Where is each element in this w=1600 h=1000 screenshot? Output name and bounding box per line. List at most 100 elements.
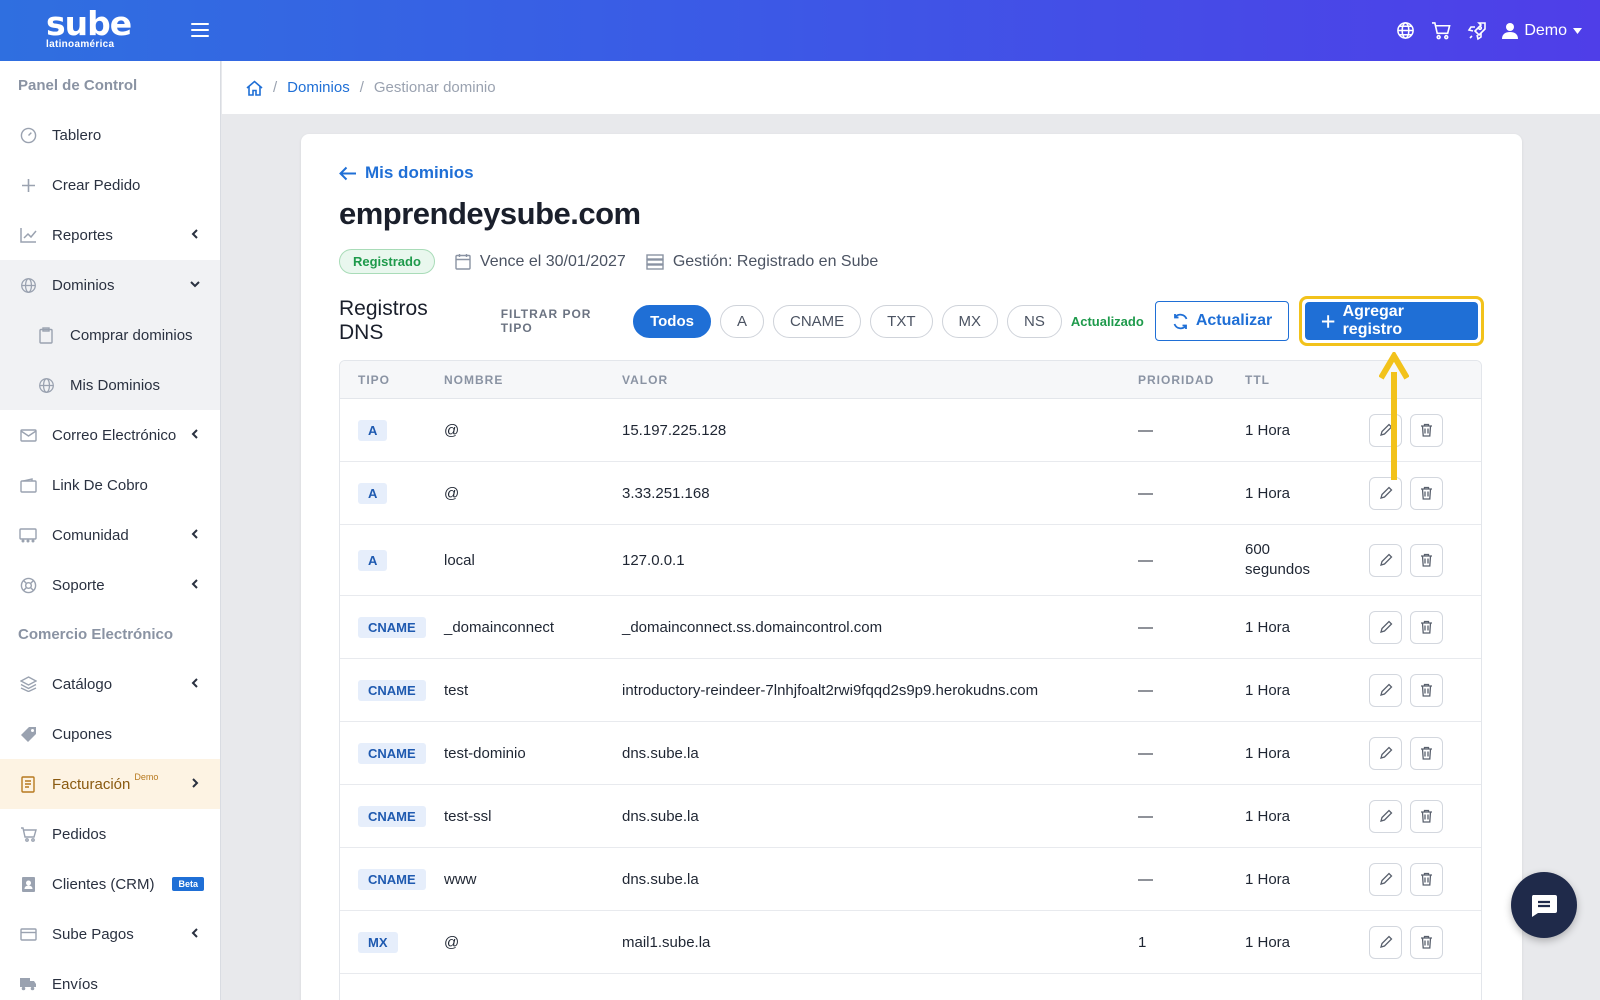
record-value: dns.sube.la <box>622 870 699 888</box>
edit-icon[interactable] <box>1369 736 1402 770</box>
edit-icon[interactable] <box>1369 610 1402 644</box>
sidebar-item-label: Comprar dominios <box>70 326 193 344</box>
filter-todos[interactable]: Todos <box>633 304 711 338</box>
chart-icon <box>18 225 38 245</box>
sidebar-item-envios[interactable]: Envíos <box>0 959 220 1000</box>
record-value: dns.sube.la <box>622 807 699 825</box>
trash-icon[interactable] <box>1410 543 1443 577</box>
record-name: @ <box>444 933 460 951</box>
home-icon[interactable] <box>246 79 263 96</box>
top-navbar: sube latinoamérica Demo <box>0 0 1600 61</box>
wallet-icon <box>18 475 38 495</box>
table-row: CNAME test-dominio dns.sube.la — 1 Hora <box>340 722 1481 785</box>
edit-icon[interactable] <box>1369 543 1402 577</box>
sidebar-item-label: Correo Electrónico <box>52 426 177 444</box>
add-record-label: Agregar registro <box>1342 303 1404 338</box>
sidebar-item-clientes[interactable]: Clientes (CRM) Beta <box>0 859 220 909</box>
trash-icon[interactable] <box>1410 862 1443 896</box>
edit-icon[interactable] <box>1369 862 1402 896</box>
table-row: CNAME www dns.sube.la — 1 Hora <box>340 848 1481 911</box>
record-ttl: 1 Hora <box>1245 618 1291 636</box>
record-name: test-dominio <box>444 744 526 762</box>
updated-status: Actualizado <box>1070 313 1144 329</box>
demo-superscript: Demo <box>134 772 159 782</box>
brand-logo[interactable]: sube latinoamérica <box>46 6 132 50</box>
trash-icon[interactable] <box>1410 476 1443 510</box>
trash-icon[interactable] <box>1410 610 1443 644</box>
chevron-left-icon <box>191 229 198 239</box>
col-nombre: NOMBRE <box>444 372 504 387</box>
col-tipo: TIPO <box>358 372 391 387</box>
globe-icon <box>18 275 38 295</box>
record-priority: — <box>1138 421 1153 439</box>
menu-toggle-icon[interactable] <box>191 23 209 37</box>
sidebar-item-facturacion[interactable]: Facturación Demo <box>0 759 220 809</box>
chevron-left-icon <box>191 678 198 688</box>
sidebar-item-mis-dominios[interactable]: Mis Dominios <box>0 360 220 410</box>
user-menu[interactable]: Demo <box>1502 22 1582 40</box>
sidebar-item-pedidos[interactable]: Pedidos <box>0 809 220 859</box>
record-type-badge: CNAME <box>358 805 426 827</box>
filter-a[interactable]: A <box>719 304 764 338</box>
edit-icon[interactable] <box>1369 673 1402 707</box>
filter-txt[interactable]: TXT <box>870 304 933 338</box>
sidebar-item-tablero[interactable]: Tablero <box>0 110 220 160</box>
record-name: _domainconnect <box>444 618 555 636</box>
sidebar-item-catalogo[interactable]: Catálogo <box>0 659 220 709</box>
edit-icon[interactable] <box>1369 799 1402 833</box>
filter-cname[interactable]: CNAME <box>772 304 862 338</box>
cart-icon[interactable] <box>1430 20 1452 42</box>
record-value: mail1.sube.la <box>622 933 711 951</box>
record-ttl: 1 Hora <box>1245 484 1291 502</box>
sidebar-item-crear-pedido[interactable]: Crear Pedido <box>0 160 220 210</box>
sidebar-item-soporte[interactable]: Soporte <box>0 560 220 610</box>
sidebar-item-comprar-dominios[interactable]: Comprar dominios <box>0 310 220 360</box>
record-type-badge: A <box>358 482 388 504</box>
filter-ns[interactable]: NS <box>1007 304 1062 338</box>
sidebar-item-dominios[interactable]: Dominios <box>0 260 220 310</box>
chevron-left-icon <box>191 429 198 439</box>
trash-icon[interactable] <box>1410 673 1443 707</box>
breadcrumb-link-dominios[interactable]: Dominios <box>287 79 350 96</box>
record-priority: — <box>1138 551 1153 569</box>
sidebar-item-cupones[interactable]: Cupones <box>0 709 220 759</box>
col-valor: VALOR <box>622 372 669 387</box>
add-record-button[interactable]: Agregar registro <box>1305 302 1478 340</box>
dns-toolbar: Registros DNS FILTRAR POR TIPO Todos A C… <box>339 296 1484 346</box>
trash-icon[interactable] <box>1410 799 1443 833</box>
back-link[interactable]: Mis dominios <box>339 163 474 183</box>
record-type-badge: A <box>358 419 388 441</box>
expiry-text: Vence el 30/01/2027 <box>479 252 626 270</box>
calendar-icon <box>455 254 471 270</box>
chat-widget-button[interactable] <box>1511 872 1577 938</box>
sidebar-item-reportes[interactable]: Reportes <box>0 210 220 260</box>
sidebar: Panel de Control Tablero Crear Pedido Re… <box>0 61 221 1000</box>
record-priority: — <box>1138 807 1153 825</box>
sidebar-item-link-cobro[interactable]: Link De Cobro <box>0 460 220 510</box>
chevron-left-icon <box>191 579 198 589</box>
sidebar-item-label: Cupones <box>52 725 113 743</box>
globe-icon[interactable] <box>1394 20 1416 42</box>
sidebar-item-correo[interactable]: Correo Electrónico <box>0 410 220 460</box>
trash-icon[interactable] <box>1410 736 1443 770</box>
gauge-icon <box>18 125 38 145</box>
record-ttl: 1 Hora <box>1245 807 1291 825</box>
breadcrumb-separator: / <box>273 79 278 96</box>
trash-icon[interactable] <box>1410 413 1443 447</box>
filter-mx[interactable]: MX <box>941 304 998 338</box>
contacts-icon <box>18 874 38 894</box>
sidebar-item-label: Comunidad <box>52 526 129 544</box>
record-name: @ <box>444 484 460 502</box>
sidebar-item-comunidad[interactable]: Comunidad <box>0 510 220 560</box>
record-value: introductory-reindeer-7lnhjfoalt2rwi9fqq… <box>622 681 1039 699</box>
sidebar-item-sube-pagos[interactable]: Sube Pagos <box>0 909 220 959</box>
refresh-button[interactable]: Actualizar <box>1154 301 1290 341</box>
server-icon <box>646 253 664 270</box>
beta-badge: Beta <box>172 877 204 891</box>
management-text: Gestión: Registrado en Sube <box>672 252 879 270</box>
domain-card: Mis dominios emprendeysube.com Registrad… <box>301 134 1522 1000</box>
edit-icon[interactable] <box>1369 925 1402 959</box>
trash-icon[interactable] <box>1410 925 1443 959</box>
rocket-icon[interactable] <box>1466 20 1488 42</box>
basket-icon <box>18 824 38 844</box>
